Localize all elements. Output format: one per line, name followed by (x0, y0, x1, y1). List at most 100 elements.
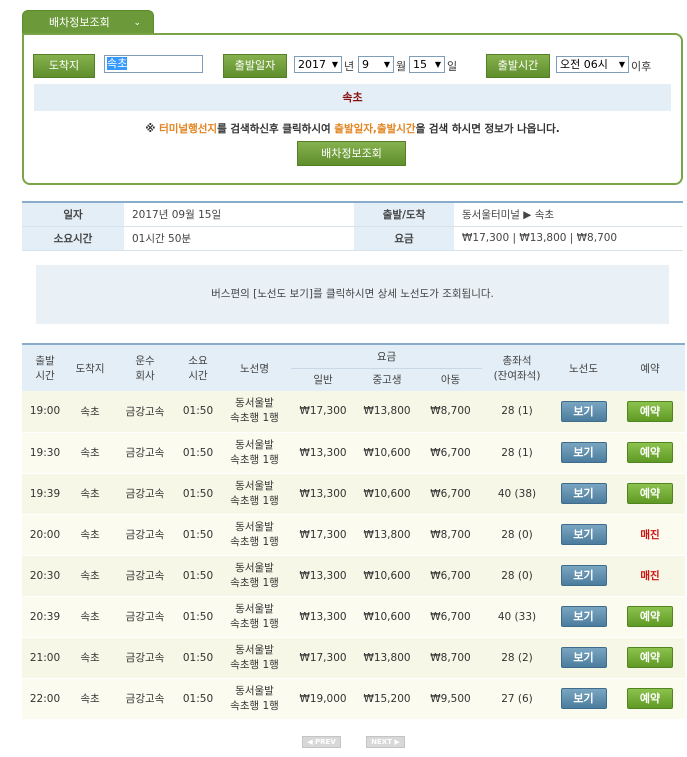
search-submit-button[interactable]: 배차정보조회 (297, 141, 406, 166)
summary-date-label: 일자 (22, 202, 124, 227)
cell-seats: 28 (0) (482, 514, 552, 556)
cell-route: 동서울발 속초행 1행 (218, 555, 291, 597)
cell-fare-child: ₩8,700 (419, 514, 482, 556)
cell-route-map: 보기 (552, 391, 615, 433)
view-route-button[interactable]: 보기 (560, 647, 607, 668)
view-route-button[interactable]: 보기 (560, 688, 607, 709)
cell-fare-child: ₩6,700 (419, 555, 482, 597)
table-row: 19:00 속초 금강고속 01:50 동서울발 속초행 1행 ₩17,300 ₩13,800… (22, 391, 685, 433)
cell-fare-adult: ₩17,300 (291, 637, 355, 679)
cell-reserve: 예약 (615, 473, 685, 515)
cell-seats: 28 (0) (482, 555, 552, 597)
cell-destination: 속초 (68, 678, 112, 720)
notice-end: 을 검색 하시면 정보가 나옵니다. (415, 123, 560, 135)
view-route-button[interactable]: 보기 (560, 483, 607, 504)
route-line-1: 동서울발 (235, 479, 274, 492)
header-departure-time: 출발 시간 (22, 343, 68, 391)
cell-fare-youth: ₩13,800 (355, 514, 419, 556)
notice-highlight-terminal: 터미널행선지 (159, 123, 218, 135)
cell-fare-child: ₩8,700 (419, 637, 482, 679)
cell-company: 금강고속 (112, 637, 178, 679)
view-route-button[interactable]: 보기 (560, 565, 607, 586)
cell-company: 금강고속 (112, 678, 178, 720)
cell-fare-youth: ₩10,600 (355, 555, 419, 597)
cell-route: 동서울발 속초행 1행 (218, 473, 291, 515)
table-row: 19:30 속초 금강고속 01:50 동서울발 속초행 1행 ₩13,300 ₩10,600… (22, 432, 685, 474)
reserve-button[interactable]: 예약 (627, 442, 673, 463)
cell-fare-child: ₩6,700 (419, 596, 482, 638)
time-select[interactable]: 오전 06시 ▼ (556, 56, 629, 73)
cell-seats: 27 (6) (482, 678, 552, 720)
table-row: 22:00 속초 금강고속 01:50 동서울발 속초행 1행 ₩19,000 ₩15,200… (22, 678, 685, 720)
summary-duration-label: 소요시간 (22, 226, 124, 251)
time-suffix: 이후 (631, 60, 652, 73)
notice-prefix: ※ (145, 123, 160, 135)
cell-duration: 01:50 (178, 391, 218, 433)
cell-route: 동서울발 속초행 1행 (218, 596, 291, 638)
route-line-2: 속초행 1행 (230, 412, 279, 425)
prev-page-button[interactable]: ◀ PREV (302, 736, 341, 748)
cell-departure-time: 20:30 (22, 555, 68, 597)
cell-fare-adult: ₩17,300 (291, 391, 355, 433)
cell-departure-time: 21:00 (22, 637, 68, 679)
cell-destination: 속초 (68, 555, 112, 597)
cell-reserve: 예약 (615, 596, 685, 638)
cell-destination: 속초 (68, 596, 112, 638)
schedule-summary: 일자 2017년 09월 15일 출발/도착 동서울터미널 ▶ 속초 소요시간 … (22, 201, 683, 251)
route-line-1: 동서울발 (235, 602, 274, 615)
destination-input-value: 속초 (107, 57, 128, 70)
cell-departure-time: 19:30 (22, 432, 68, 474)
route-line-1: 동서울발 (235, 561, 274, 574)
cell-departure-time: 20:00 (22, 514, 68, 556)
header-fare: 요금 (291, 343, 482, 368)
cell-destination: 속초 (68, 637, 112, 679)
year-select[interactable]: 2017 ▼ (294, 56, 342, 73)
route-map-info: 버스편의 [노선도 보기]를 클릭하시면 상세 노선도가 조회됩니다. (36, 265, 669, 324)
cell-destination: 속초 (68, 473, 112, 515)
cell-fare-youth: ₩10,600 (355, 596, 419, 638)
dropdown-arrow-icon: ▼ (618, 60, 625, 69)
cell-duration: 01:50 (178, 678, 218, 720)
cell-company: 금강고속 (112, 473, 178, 515)
view-route-button[interactable]: 보기 (560, 606, 607, 627)
search-tab-label: 배차정보조회 (49, 16, 110, 29)
destination-input[interactable]: 속초 (104, 55, 203, 73)
reserve-button[interactable]: 예약 (627, 688, 673, 709)
reserve-button[interactable]: 예약 (627, 647, 673, 668)
header-destination: 도착지 (68, 343, 112, 391)
search-tab[interactable]: 배차정보조회 ⌄ (22, 10, 154, 34)
cell-seats: 28 (2) (482, 637, 552, 679)
date-label-button[interactable]: 출발일자 (223, 54, 287, 78)
reserve-button[interactable]: 예약 (627, 483, 673, 504)
view-route-button[interactable]: 보기 (560, 442, 607, 463)
view-route-button[interactable]: 보기 (560, 400, 607, 422)
cell-route-map: 보기 (552, 555, 615, 597)
cell-fare-adult: ₩13,300 (291, 596, 355, 638)
cell-fare-adult: ₩13,300 (291, 555, 355, 597)
reserve-button[interactable]: 예약 (627, 400, 673, 422)
cell-route: 동서울발 속초행 1행 (218, 678, 291, 720)
cell-seats: 28 (1) (482, 432, 552, 474)
cell-fare-adult: ₩13,300 (291, 473, 355, 515)
cell-reserve: 예약 (615, 637, 685, 679)
month-select[interactable]: 9 ▼ (358, 56, 394, 73)
next-page-button[interactable]: NEXT ▶ (366, 736, 405, 748)
time-label-button[interactable]: 출발시간 (486, 54, 550, 78)
cell-duration: 01:50 (178, 432, 218, 474)
cell-duration: 01:50 (178, 514, 218, 556)
dropdown-arrow-icon: ▼ (434, 60, 441, 69)
header-route-map: 노선도 (552, 343, 615, 391)
chevron-down-icon: ⌄ (133, 18, 141, 28)
cell-route-map: 보기 (552, 637, 615, 679)
reserve-button[interactable]: 예약 (627, 606, 673, 627)
view-route-button[interactable]: 보기 (560, 524, 607, 545)
header-company: 운수 회사 (112, 343, 178, 391)
cell-fare-adult: ₩19,000 (291, 678, 355, 720)
cell-reserve: 예약 (615, 391, 685, 433)
table-row: 21:00 속초 금강고속 01:50 동서울발 속초행 1행 ₩17,300 ₩13,800… (22, 637, 685, 679)
destination-label-button[interactable]: 도착지 (33, 54, 95, 78)
day-select-value: 15 (413, 58, 427, 71)
day-select[interactable]: 15 ▼ (409, 56, 445, 73)
header-seats: 총좌석 (잔여좌석) (482, 343, 552, 391)
cell-company: 금강고속 (112, 596, 178, 638)
